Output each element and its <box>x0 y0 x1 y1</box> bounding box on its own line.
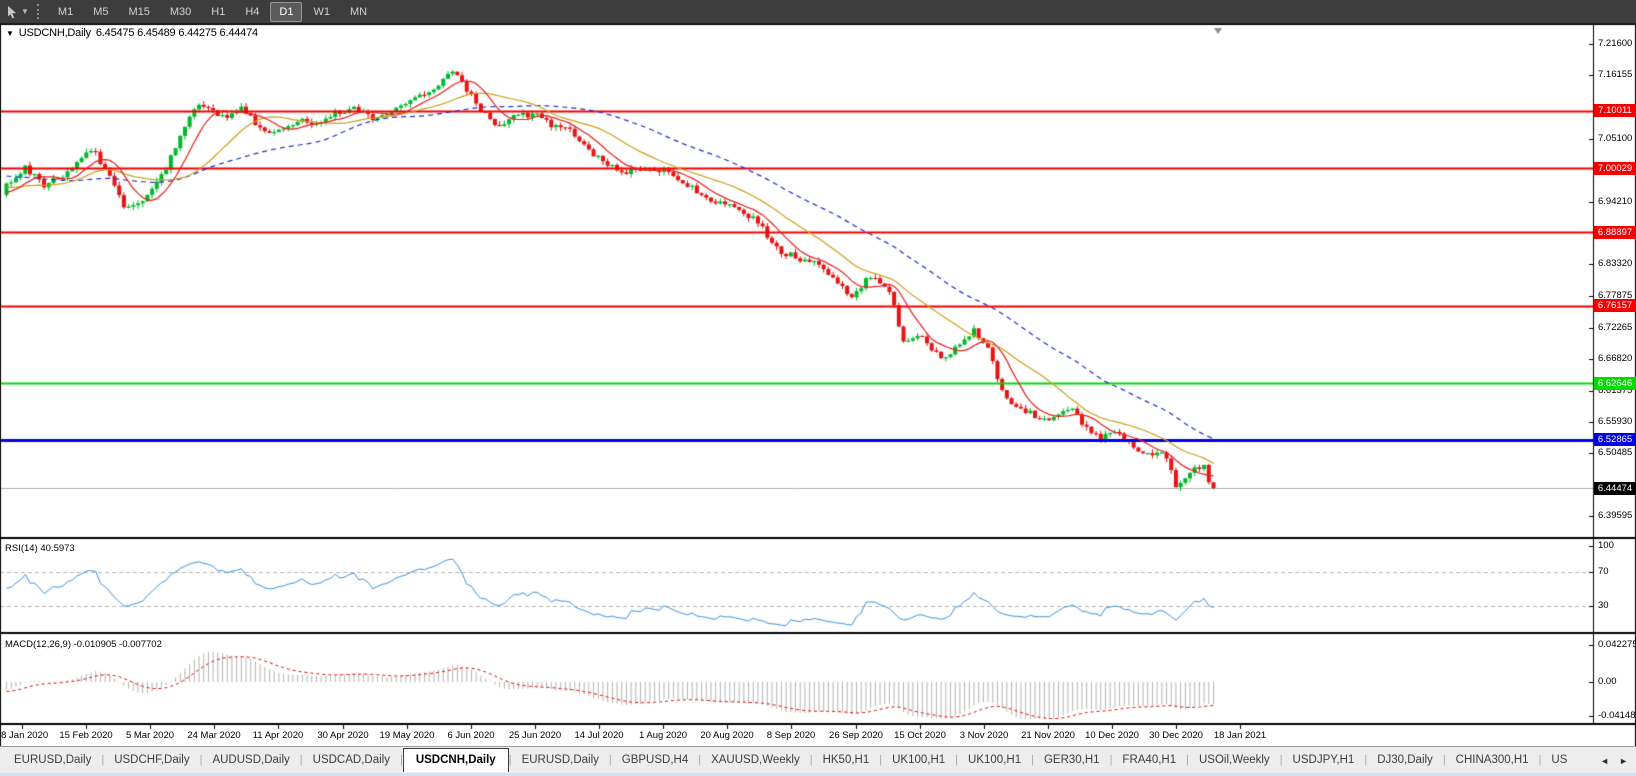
chart-tab-usoil-weekly[interactable]: USOil,Weekly <box>1189 750 1280 770</box>
chart-symbol-label: USDCNH,Daily <box>19 27 91 39</box>
timeframe-button-w1[interactable]: W1 <box>304 2 339 22</box>
chart-tab-usdcad-daily[interactable]: USDCAD,Daily <box>303 750 400 770</box>
top-toolbar: ▼ M1M5M15M30H1H4D1W1MN <box>0 0 1636 24</box>
chart-tab-uk100-h1[interactable]: UK100,H1 <box>958 750 1031 770</box>
toolbar-drag-handle[interactable] <box>37 4 39 19</box>
chart-ohlc-values: 6.45475 6.45489 6.44275 6.44474 <box>96 27 258 39</box>
chart-tab-eurusd-daily[interactable]: EURUSD,Daily <box>4 750 101 770</box>
timeframe-button-m15[interactable]: M15 <box>119 2 158 22</box>
timeframe-button-m1[interactable]: M1 <box>49 2 82 22</box>
timeframe-buttons: M1M5M15M30H1H4D1W1MN <box>48 2 377 22</box>
tab-scroll-left-icon[interactable]: ◄ <box>1600 756 1609 766</box>
chart-tab-ger30-h1[interactable]: GER30,H1 <box>1034 750 1110 770</box>
cursor-tool-icon[interactable] <box>4 4 20 20</box>
chart-title-caret-icon[interactable]: ▼ <box>6 29 14 38</box>
chart-tab-uk100-h1[interactable]: UK100,H1 <box>882 750 955 770</box>
chart-tab-xauusd-weekly[interactable]: XAUUSD,Weekly <box>701 750 810 770</box>
chart-tab-us[interactable]: US <box>1541 750 1577 770</box>
chart-tab-eurusd-daily[interactable]: EURUSD,Daily <box>512 750 609 770</box>
timeframe-button-m30[interactable]: M30 <box>161 2 200 22</box>
chart-title: ▼ USDCNH,Daily 6.45475 6.45489 6.44275 6… <box>6 27 258 39</box>
tab-scroll-arrows: ◄ ► <box>1590 748 1636 774</box>
timeframe-button-m5[interactable]: M5 <box>84 2 117 22</box>
chart-tab-usdjpy-h1[interactable]: USDJPY,H1 <box>1283 750 1365 770</box>
chart-tab-usdcnh-daily[interactable]: USDCNH,Daily <box>403 748 509 772</box>
chart-tab-fra40-h1[interactable]: FRA40,H1 <box>1112 750 1186 770</box>
chart-tab-bar: EURUSD,Daily|USDCHF,Daily|AUDUSD,Daily|U… <box>0 746 1636 776</box>
timeframe-button-h1[interactable]: H1 <box>202 2 234 22</box>
timeframe-button-h4[interactable]: H4 <box>236 2 268 22</box>
chart-tab-gbpusd-h4[interactable]: GBPUSD,H4 <box>612 750 698 770</box>
chart-tab-dj30-daily[interactable]: DJ30,Daily <box>1367 750 1443 770</box>
tab-scroll-right-icon[interactable]: ► <box>1619 756 1628 766</box>
chart-tab-hk50-h1[interactable]: HK50,H1 <box>813 750 880 770</box>
chart-tab-china300-h1[interactable]: CHINA300,H1 <box>1446 750 1539 770</box>
timeframe-button-mn[interactable]: MN <box>341 2 376 22</box>
chart-tab-audusd-daily[interactable]: AUDUSD,Daily <box>202 750 299 770</box>
timeframe-button-d1[interactable]: D1 <box>270 2 302 22</box>
chart-tab-usdchf-daily[interactable]: USDCHF,Daily <box>104 750 199 770</box>
chart-plot-area[interactable] <box>0 24 1636 746</box>
cursor-tool-dropdown-caret[interactable]: ▼ <box>21 7 29 16</box>
chart-window: ▼ USDCNH,Daily 6.45475 6.45489 6.44275 6… <box>0 24 1636 746</box>
